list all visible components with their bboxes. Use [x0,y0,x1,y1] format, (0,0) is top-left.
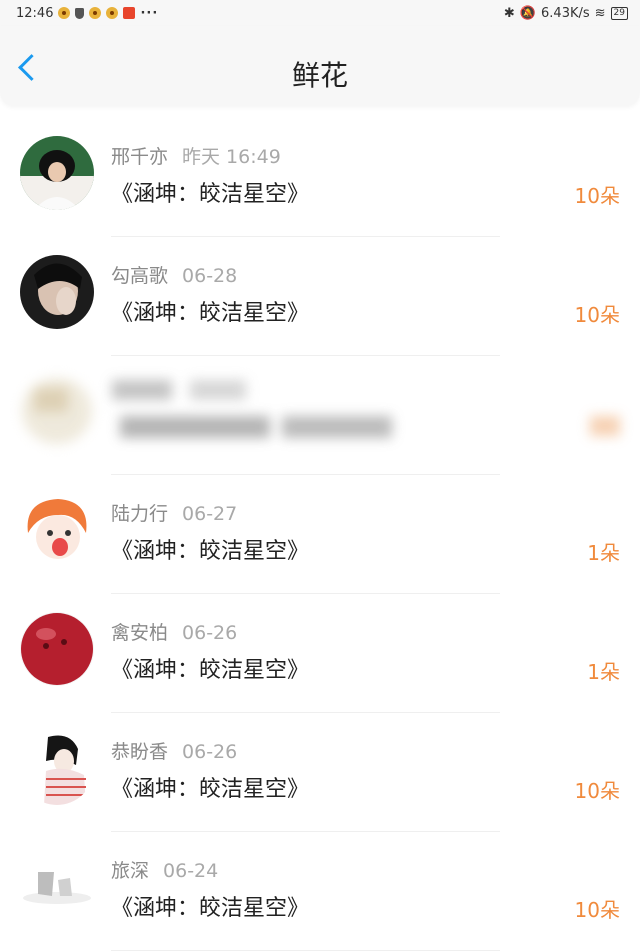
avatar[interactable] [20,850,94,924]
sender-line: 邢千亦 昨天 16:49 [111,142,281,169]
network-speed: 6.43K/s [541,5,590,21]
list-item[interactable]: 旅深 06-24 《涵坤：皎洁星空》 10朵 [0,832,640,951]
list-item[interactable]: 恭盼香 06-26 《涵坤：皎洁星空》 10朵 [0,713,640,832]
eye-app-icon [58,7,71,19]
mute-icon: 🔕 [519,5,537,21]
send-date: 06-27 [182,503,238,525]
status-time: 12:46 [16,5,54,21]
book-title[interactable]: 《涵坤：皎洁星空》 [111,771,309,803]
sender-name: 勾高歌 [111,265,169,287]
book-title[interactable]: 《涵坤：皎洁星空》 [111,176,309,208]
list-item[interactable]: 勾高歌 06-28 《涵坤：皎洁星空》 10朵 [0,237,640,356]
avatar[interactable] [20,255,94,329]
flower-count: 10朵 [574,779,620,803]
sender-line: 恭盼香 06-26 [111,737,237,764]
send-date: 昨天 16:49 [182,146,281,168]
flower-count: 1朵 [587,541,620,565]
eye-app-icon [106,7,119,19]
flower-count: 10朵 [574,303,620,327]
send-date: 06-26 [182,741,238,763]
list-item-blurred [0,356,640,475]
status-right: ✱ 🔕 6.43K/s ≋ 29 [504,6,628,21]
flower-list: 邢千亦 昨天 16:49 《涵坤：皎洁星空》 10朵 勾高歌 06-28 《涵坤：皎… [0,118,640,951]
flower-count: 10朵 [574,184,620,208]
book-title[interactable]: 《涵坤：皎洁星空》 [111,533,309,565]
avatar[interactable] [20,612,94,686]
avatar[interactable] [20,136,94,210]
list-item[interactable]: 陆力行 06-27 《涵坤：皎洁星空》 1朵 [0,475,640,594]
wifi-icon: ≋ [594,5,606,21]
status-bar: 12:46 ··· ✱ 🔕 6.43K/s ≋ 29 [0,0,640,26]
eye-app-icon [89,7,102,19]
bluetooth-icon: ✱ [503,5,515,21]
avatar[interactable] [20,731,94,805]
sender-name: 陆力行 [111,503,169,525]
page-title: 鲜花 [291,59,348,92]
sender-line: 旅深 06-24 [111,856,218,883]
shield-icon [75,7,85,19]
list-item[interactable]: 邢千亦 昨天 16:49 《涵坤：皎洁星空》 10朵 [0,118,640,237]
flower-count: 10朵 [574,898,620,922]
nav-bar: 鲜花 [0,26,640,106]
send-date: 06-24 [163,860,219,882]
sender-name: 禽安柏 [111,622,169,644]
book-title[interactable]: 《涵坤：皎洁星空》 [111,652,309,684]
app-notification-icon [123,7,136,19]
flower-count: 1朵 [587,660,620,684]
book-title[interactable]: 《涵坤：皎洁星空》 [111,295,309,327]
sender-name: 邢千亦 [111,146,169,168]
status-left: 12:46 ··· [16,6,158,21]
sender-name: 恭盼香 [111,741,169,763]
sender-name: 旅深 [111,860,150,882]
send-date: 06-26 [182,622,238,644]
list-item[interactable]: 禽安柏 06-26 《涵坤：皎洁星空》 1朵 [0,594,640,713]
send-date: 06-28 [182,265,238,287]
more-notifications-icon: ··· [140,5,159,21]
sender-line: 陆力行 06-27 [111,499,237,526]
book-title[interactable]: 《涵坤：皎洁星空》 [111,890,309,922]
battery-icon: 29 [610,6,628,20]
sender-line: 勾高歌 06-28 [111,261,237,288]
avatar[interactable] [20,493,94,567]
sender-line: 禽安柏 06-26 [111,618,237,645]
